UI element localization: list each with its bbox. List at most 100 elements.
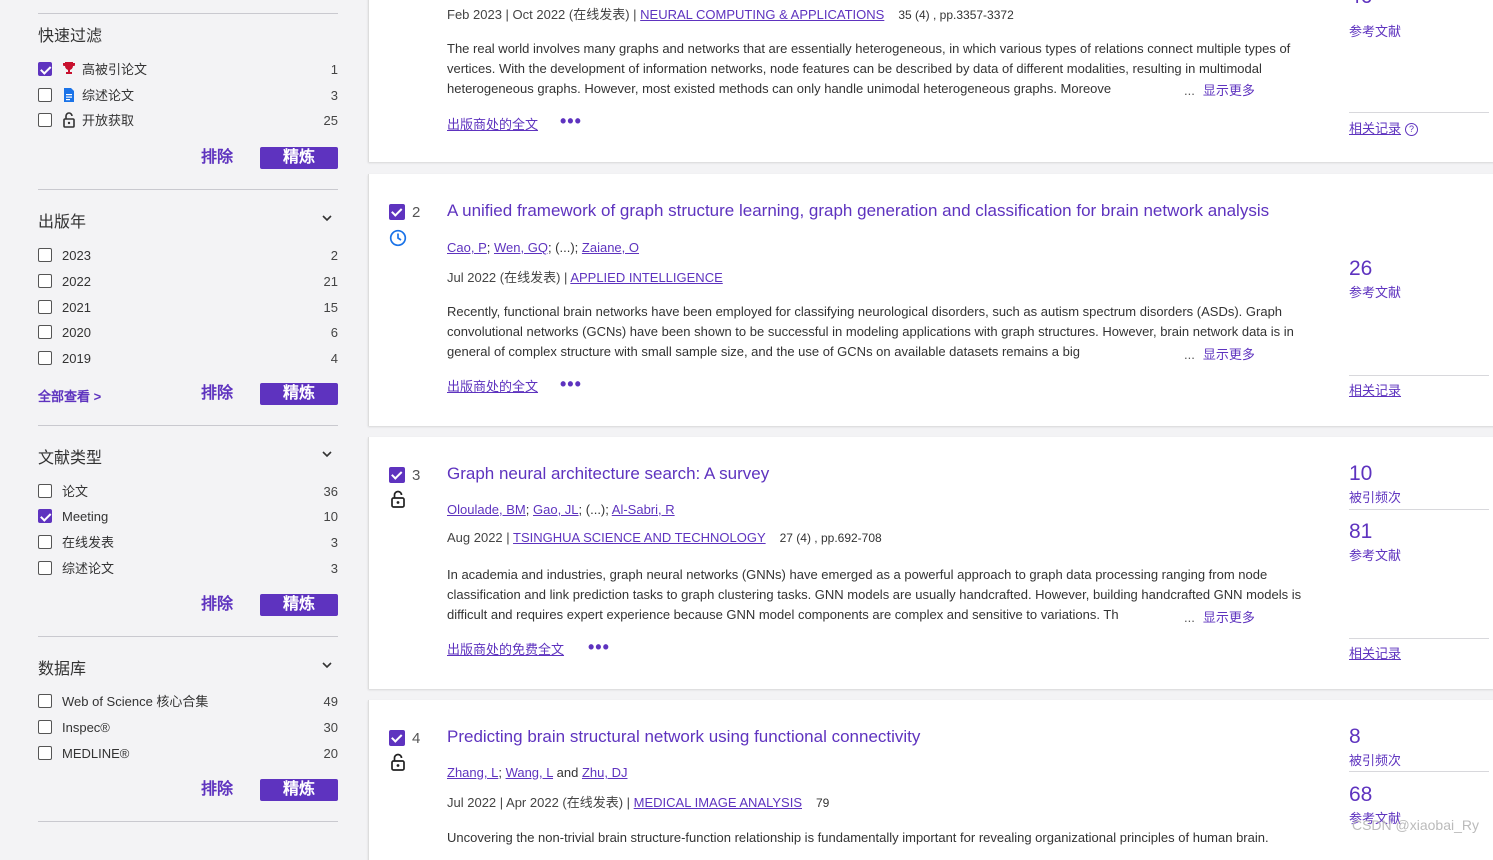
show-more[interactable]: ... 显示更多 [1184,344,1255,363]
journal-link[interactable]: TSINGHUA SCIENCE AND TECHNOLOGY [513,530,766,545]
show-more[interactable]: ... 显示更多 [1184,607,1255,626]
filter-db-inspec[interactable]: Inspec® 30 [38,719,338,737]
fulltext-link[interactable]: 出版商处的全文 [447,114,538,133]
author-link[interactable]: Zhang, L [447,765,498,780]
result-checkbox[interactable] [389,204,405,220]
checkbox[interactable] [38,351,52,365]
stat-count[interactable]: 81 [1349,521,1372,543]
filter-count: 3 [330,535,338,550]
exclude-button[interactable]: 排除 [200,779,234,801]
checkbox[interactable] [38,274,52,288]
checkbox[interactable] [38,484,52,498]
result-title-link[interactable]: Graph neural architecture search: A surv… [447,464,769,484]
journal-link[interactable]: NEURAL COMPUTING & APPLICATIONS [640,7,884,22]
result-title-link[interactable]: Predicting brain structural network usin… [447,727,920,747]
refine-button[interactable]: 精炼 [260,147,338,169]
checkbox-checked[interactable] [38,509,52,523]
author-link[interactable]: Zaiane, O [582,240,639,255]
author-link[interactable]: Zhu, DJ [582,765,628,780]
author-ellipsis[interactable]: (...) [586,502,606,517]
help-icon[interactable]: ? [1405,123,1419,136]
more-options-icon[interactable]: ••• [560,112,582,130]
filter-year-2021[interactable]: 2021 15 [38,299,338,317]
related-records-link[interactable]: 相关记录 [1349,380,1401,399]
year-filter-section: 出版年 2023 2 2022 21 2021 15 2020 6 2019 4… [38,208,338,418]
checkbox[interactable] [38,113,52,127]
stat-count[interactable]: 68 [1349,784,1372,806]
filter-year-2019[interactable]: 2019 4 [38,350,338,368]
checkbox[interactable] [38,248,52,262]
fulltext-link[interactable]: 出版商处的全文 [447,376,538,395]
filter-doctype-review[interactable]: 综述论文 3 [38,560,338,578]
checkbox[interactable] [38,88,52,102]
doctype-filter-section: 文献类型 论文 36 Meeting 10 在线发表 3 综述论文 3 排除 精… [38,444,338,624]
divider [38,821,338,822]
exclude-button[interactable]: 排除 [200,594,234,616]
author-ellipsis[interactable]: (...) [555,240,575,255]
filter-open-access[interactable]: 开放获取 25 [38,112,338,130]
result-checkbox[interactable] [389,730,405,746]
filter-count: 21 [323,274,338,289]
filter-doctype-online[interactable]: 在线发表 3 [38,534,338,552]
checkbox[interactable] [38,325,52,339]
refine-button[interactable]: 精炼 [260,594,338,616]
filter-year-2022[interactable]: 2022 21 [38,273,338,291]
filter-count: 20 [323,746,338,761]
show-more-link[interactable]: 显示更多 [1203,347,1255,362]
filter-label: 2019 [62,351,91,366]
checkbox[interactable] [38,300,52,314]
show-more[interactable]: ... 显示更多 [1184,80,1255,99]
stat-count[interactable]: 46 [1349,0,1372,8]
result-card: 4 Predicting brain structural network us… [368,700,1493,860]
related-records-link[interactable]: 相关记录 [1349,643,1401,662]
stat-count[interactable]: 26 [1349,258,1372,280]
more-options-icon[interactable]: ••• [588,638,610,656]
author-link[interactable]: Al-Sabri, R [612,502,675,517]
author-link[interactable]: Cao, P [447,240,487,255]
filter-highly-cited[interactable]: 高被引论文 1 [38,61,338,79]
refine-button[interactable]: 精炼 [260,779,338,801]
journal-link[interactable]: MEDICAL IMAGE ANALYSIS [634,795,802,810]
stat-count[interactable]: 8 [1349,726,1361,748]
result-checkbox[interactable] [389,467,405,483]
checkbox[interactable] [38,561,52,575]
filter-doctype-meeting[interactable]: Meeting 10 [38,508,338,526]
related-records-link[interactable]: 相关记录? [1349,118,1419,137]
journal-link[interactable]: APPLIED INTELLIGENCE [570,270,722,285]
checkbox[interactable] [38,720,52,734]
show-more-link[interactable]: 显示更多 [1203,610,1255,625]
author-link[interactable]: Wen, GQ [494,240,548,255]
filter-doctype-article[interactable]: 论文 36 [38,483,338,501]
free-fulltext-link[interactable]: 出版商处的免费全文 [447,639,564,658]
divider [1349,638,1489,639]
filter-year-2023[interactable]: 2023 2 [38,247,338,265]
stat-count[interactable]: 10 [1349,463,1372,485]
filter-db-medline[interactable]: MEDLINE® 20 [38,745,338,763]
source-date: Jul 2022 | Apr 2022 (在线发表) | [447,795,634,810]
author-link[interactable]: Oloulade, BM [447,502,526,517]
filter-review[interactable]: 综述论文 3 [38,87,338,105]
filter-label: Web of Science 核心合集 [62,694,209,709]
checkbox-checked[interactable] [38,62,52,76]
more-options-icon[interactable]: ••• [560,375,582,393]
result-title-link[interactable]: A unified framework of graph structure l… [447,201,1269,221]
checkbox[interactable] [38,694,52,708]
chevron-down-icon[interactable] [322,660,332,670]
checkbox[interactable] [38,535,52,549]
exclude-button[interactable]: 排除 [200,147,234,169]
checkbox[interactable] [38,746,52,760]
author-link[interactable]: Wang, L [506,765,553,780]
database-filter-section: 数据库 Web of Science 核心合集 49 Inspec® 30 ME… [38,655,338,815]
database-filter-title: 数据库 [38,661,87,678]
related-label[interactable]: 相关记录 [1349,121,1401,136]
chevron-down-icon[interactable] [322,213,332,223]
see-all-link[interactable]: 全部查看 > [38,386,101,405]
refine-button[interactable]: 精炼 [260,383,338,405]
chevron-down-icon[interactable] [322,449,332,459]
filter-db-wos[interactable]: Web of Science 核心合集 49 [38,693,338,711]
source-date: Feb 2023 | Oct 2022 (在线发表) | [447,7,641,22]
filter-year-2020[interactable]: 2020 6 [38,324,338,342]
exclude-button[interactable]: 排除 [200,383,234,405]
author-link[interactable]: Gao, JL [533,502,579,517]
show-more-link[interactable]: 显示更多 [1203,83,1255,98]
